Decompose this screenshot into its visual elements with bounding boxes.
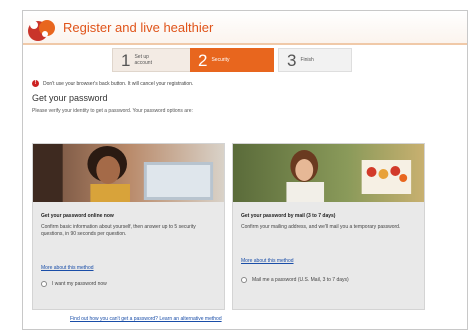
section-title: Get your password xyxy=(32,93,108,103)
step-number: 1 xyxy=(121,50,131,70)
online-more-info-link[interactable]: More about this method xyxy=(41,265,94,271)
step-1: 1 Set up account xyxy=(112,48,192,72)
progress-steps: 1 Set up account 2 Security 3 Finish xyxy=(112,48,352,72)
mail-more-info-link[interactable]: More about this method xyxy=(241,258,294,264)
mail-option-radio[interactable] xyxy=(241,277,247,283)
step-label: Security xyxy=(211,57,230,63)
step-number: 2 xyxy=(198,50,208,70)
alternative-method-link[interactable]: Find out how you can't get a password? L… xyxy=(70,316,222,322)
step-label: Set up account xyxy=(134,54,152,66)
brand-logo-icon xyxy=(28,20,55,41)
online-option-radio-label[interactable]: I want my password now xyxy=(52,281,107,287)
warning-icon: ! xyxy=(32,80,39,87)
online-option-description: Confirm basic information about yourself… xyxy=(41,224,196,237)
header-band: Register and live healthier xyxy=(23,11,467,45)
online-option-panel: Get your password online now Confirm bas… xyxy=(32,143,225,310)
online-option-radio[interactable] xyxy=(41,281,47,287)
page-title: Register and live healthier xyxy=(63,20,214,35)
step-number: 3 xyxy=(287,50,297,70)
online-option-heading: Get your password online now xyxy=(41,213,114,219)
online-option-radio-row[interactable]: I want my password now xyxy=(41,281,107,287)
step-2-current: 2 Security xyxy=(190,48,274,72)
mail-option-radio-row[interactable]: Mail me a password (U.S. Mail, 3 to 7 da… xyxy=(241,277,349,283)
woman-with-laptop-photo xyxy=(33,144,224,202)
mail-option-description: Confirm your mailing address, and we'll … xyxy=(241,224,401,230)
step-label: Finish xyxy=(300,57,314,63)
section-subtitle: Please verify your identity to get a pas… xyxy=(32,108,193,114)
mail-option-panel: Get your password by mail (3 to 7 days) … xyxy=(232,143,425,310)
back-button-warning: ! Don't use your browser's back button. … xyxy=(32,80,193,87)
mail-option-heading: Get your password by mail (3 to 7 days) xyxy=(241,213,336,219)
warning-text: Don't use your browser's back button. It… xyxy=(43,80,194,87)
step-3: 3 Finish xyxy=(278,48,352,72)
woman-at-mailbox-photo xyxy=(233,144,424,202)
mail-option-radio-label[interactable]: Mail me a password (U.S. Mail, 3 to 7 da… xyxy=(252,277,349,283)
